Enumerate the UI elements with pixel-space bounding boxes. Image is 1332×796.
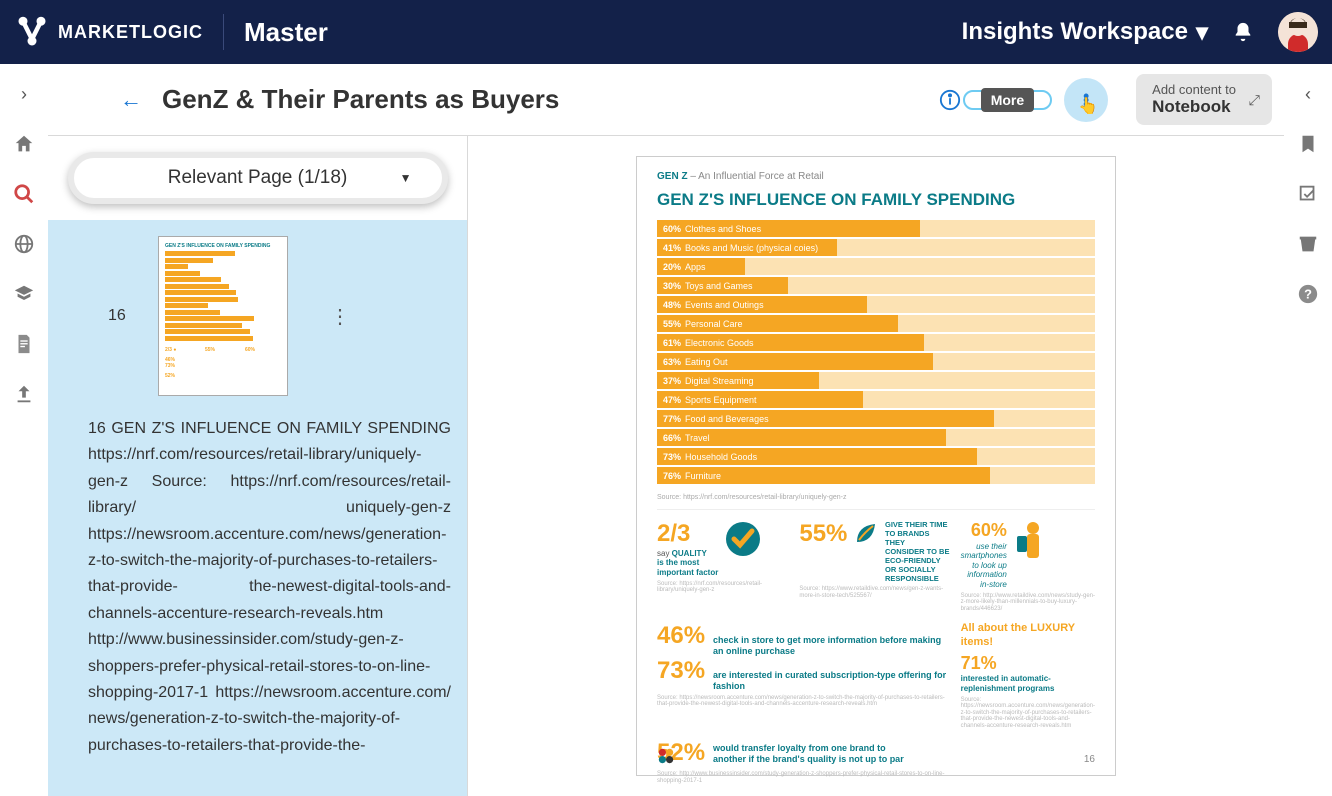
relevant-page-dropdown[interactable]: Relevant Page (1/18) ▼: [68, 152, 448, 204]
checklist-icon[interactable]: [1297, 183, 1319, 205]
bar-row: 48%Events and Outings: [657, 296, 1095, 313]
logo-text: MARKETLOGIC: [58, 22, 203, 43]
bar-row: 77%Food and Beverages: [657, 410, 1095, 427]
bar-row: 30%Toys and Games: [657, 277, 1095, 294]
left-panel: Relevant Page (1/18) ▼ 16 GEN Z'S INFLUE…: [48, 136, 468, 796]
bar-row: 63%Eating Out: [657, 353, 1095, 370]
document-preview-panel: GEN Z – An Influential Force at Retail G…: [468, 136, 1284, 796]
workspace-dropdown[interactable]: Insights Workspace ▾: [962, 18, 1208, 47]
leaf-icon: [853, 520, 879, 546]
more-tooltip-wrap: More: [981, 88, 1034, 112]
bar-row: 66%Travel: [657, 429, 1095, 446]
user-avatar[interactable]: [1278, 12, 1318, 52]
influence-bar-chart: 60%Clothes and Shoes 41%Books and Music (…: [657, 220, 1095, 484]
page-thumbnail[interactable]: GEN Z'S INFLUENCE ON FAMILY SPENDING: [158, 236, 288, 396]
bookmark-icon[interactable]: [1297, 133, 1319, 155]
stat-two-thirds: 2/3 say QUALITY is the most important fa…: [657, 520, 789, 612]
left-rail: ›: [0, 64, 48, 796]
bar-row: 60%Clothes and Shoes: [657, 220, 1095, 237]
add-to-notebook-button[interactable]: Add content to Notebook ⤢: [1136, 74, 1272, 125]
bar-row: 37%Digital Streaming: [657, 372, 1095, 389]
bar-row: 61%Electronic Goods: [657, 334, 1095, 351]
doc-page-number: 16: [1084, 754, 1095, 765]
doc-footer-logo: [657, 747, 675, 765]
bar-row: 41%Books and Music (physical coies): [657, 239, 1095, 256]
add-line2: Notebook: [1152, 97, 1236, 117]
chart-source: Source: https://nrf.com/resources/retail…: [657, 494, 1095, 501]
page-list: 16 GEN Z'S INFLUENCE ON FAMILY SPENDING: [48, 220, 467, 796]
svg-text:?: ?: [1304, 287, 1312, 302]
right-rail: ‹ ?: [1284, 64, 1332, 796]
bar-row: 73%Household Goods: [657, 448, 1095, 465]
master-label[interactable]: Master: [244, 17, 328, 48]
back-button[interactable]: ←: [120, 87, 148, 113]
education-icon[interactable]: [13, 283, 35, 305]
header-row: ← GenZ & Their Parents as Buyers More ••…: [48, 64, 1284, 136]
check-badge-icon: [724, 520, 762, 558]
relevant-page-label: Relevant Page (1/18): [168, 167, 348, 189]
stat-fiftyfive: 55% GIVE THEIR TIME TO BRANDS THEY CONSI…: [799, 520, 950, 612]
main: Relevant Page (1/18) ▼ 16 GEN Z'S INFLUE…: [48, 136, 1284, 796]
stat-grid: 2/3 say QUALITY is the most important fa…: [657, 509, 1095, 784]
topbar: MARKETLOGIC Master Insights Workspace ▾: [0, 0, 1332, 64]
page-item-menu[interactable]: ⋮: [330, 304, 350, 329]
divider: [223, 14, 224, 50]
bar-row: 55%Personal Care: [657, 315, 1095, 332]
expand-right-rail-icon[interactable]: ‹: [1305, 84, 1311, 105]
caret-down-icon: ▼: [400, 171, 412, 185]
globe-icon[interactable]: [13, 233, 35, 255]
caret-down-icon: ▾: [1196, 18, 1208, 47]
search-icon[interactable]: [13, 183, 35, 205]
page-excerpt: 16 GEN Z'S INFLUENCE ON FAMILY SPENDING …: [88, 416, 451, 759]
marketlogic-icon: [14, 14, 50, 50]
archive-icon[interactable]: [1297, 233, 1319, 255]
phone-person-icon: [1013, 520, 1043, 564]
logo[interactable]: MARKETLOGIC: [14, 14, 203, 50]
doc-eyebrow: GEN Z – An Influential Force at Retail: [657, 171, 1095, 182]
cursor-hand-icon: 👆: [1078, 96, 1098, 116]
more-tooltip: More: [981, 88, 1034, 112]
expand-left-rail-icon[interactable]: ›: [21, 84, 27, 105]
workspace-label: Insights Workspace: [962, 18, 1188, 46]
more-menu-button[interactable]: ••• 👆: [1064, 78, 1108, 122]
document-icon[interactable]: [13, 333, 35, 355]
bar-row: 76%Furniture: [657, 467, 1095, 484]
add-line1: Add content to: [1152, 82, 1236, 97]
stat-fortysix-seventythree: 46% check in store to get more informati…: [657, 622, 951, 729]
document-page: GEN Z – An Influential Force at Retail G…: [636, 156, 1116, 776]
page-number-label: 16: [108, 307, 126, 325]
upload-icon[interactable]: [13, 383, 35, 405]
bar-row: 20%Apps: [657, 258, 1095, 275]
doc-title: GEN Z'S INFLUENCE ON FAMILY SPENDING: [657, 190, 1095, 210]
help-icon[interactable]: ?: [1297, 283, 1319, 305]
stat-luxury-seventyone: All about the LUXURY items! 71% interest…: [961, 622, 1095, 729]
page-thumbnail-row[interactable]: 16 GEN Z'S INFLUENCE ON FAMILY SPENDING: [88, 236, 451, 396]
page-title: GenZ & Their Parents as Buyers: [162, 84, 559, 115]
bar-row: 47%Sports Equipment: [657, 391, 1095, 408]
stat-sixty: 60% use their smartphones to look up inf…: [961, 520, 1095, 612]
info-icon[interactable]: [939, 89, 961, 111]
notifications-icon[interactable]: [1232, 21, 1254, 43]
expand-icon: ⤢: [1249, 91, 1260, 108]
home-icon[interactable]: [13, 133, 35, 155]
stat-fiftytwo: 52% would transfer loyalty from one bran…: [657, 739, 951, 784]
